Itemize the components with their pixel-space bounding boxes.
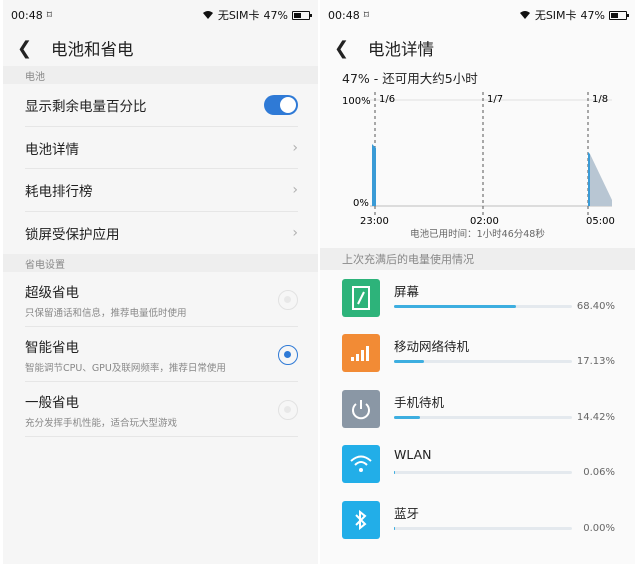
chevron-right-icon: › xyxy=(292,224,298,241)
usage-percent: 17.13% xyxy=(576,356,615,368)
power-mode-title: 一般省电 xyxy=(25,394,79,411)
power-icon xyxy=(342,389,380,428)
usage-item-name: 蓝牙 xyxy=(394,505,420,521)
battery-details-row[interactable]: 电池详情 › xyxy=(3,126,318,169)
show-battery-percent-toggle[interactable] xyxy=(264,95,298,116)
usage-bar xyxy=(394,360,572,364)
y-tick-0: 0% xyxy=(353,198,369,209)
sim-status: 无SIM卡 xyxy=(217,9,260,22)
battery-settings-screen: 00:48 ⌑ 无SIM卡 47% ❮ 电池和省电 电池 显示剩余电量百分比 电… xyxy=(3,0,318,564)
battery-used-time: 电池已用时间：1小时46分48秒 xyxy=(410,229,545,240)
show-battery-percent-row[interactable]: 显示剩余电量百分比 xyxy=(3,84,318,127)
usage-bar-fill xyxy=(394,526,395,530)
battery-percent: 47% xyxy=(263,8,288,22)
sim-status: 无SIM卡 xyxy=(534,9,577,22)
usage-bar-fill xyxy=(394,360,425,364)
usage-item-mobile-network[interactable]: 移动网络待机 17.13% xyxy=(320,326,635,382)
usage-item-screen[interactable]: 屏幕 68.40% xyxy=(320,270,635,326)
usage-bar-fill xyxy=(394,304,516,308)
power-mode-super-radio[interactable] xyxy=(278,289,298,310)
usage-percent: 0.00% xyxy=(583,522,615,534)
lockscreen-protected-apps-label: 锁屏受保护应用 xyxy=(25,226,120,243)
power-mode-normal[interactable]: 一般省电 充分发挥手机性能，适合玩大型游戏 xyxy=(3,382,318,437)
usage-item-name: 移动网络待机 xyxy=(394,339,470,355)
back-arrow-icon[interactable]: ❮ xyxy=(17,38,32,59)
chevron-right-icon: › xyxy=(292,139,298,156)
usage-item-phone-standby[interactable]: 手机待机 14.42% xyxy=(320,381,635,437)
battery-details-screen: 00:48 ⌑ 无SIM卡 47% ❮ 电池详情 47% - 还可用大约5小时 … xyxy=(320,0,635,564)
battery-area-segment-2 xyxy=(588,152,590,206)
title-bar: ❮ 电池和省电 xyxy=(3,30,318,66)
status-bar: 00:48 ⌑ 无SIM卡 47% xyxy=(320,0,635,30)
usage-percent: 0.06% xyxy=(583,467,615,479)
power-mode-title: 超级省电 xyxy=(25,284,79,301)
bluetooth-icon xyxy=(342,500,380,539)
section-header-battery: 电池 xyxy=(3,66,318,84)
usage-bar-fill xyxy=(394,471,396,475)
lockscreen-protected-apps-row[interactable]: 锁屏受保护应用 › xyxy=(3,211,318,254)
power-mode-title: 智能省电 xyxy=(25,339,79,356)
section-header-power-saving: 省电设置 xyxy=(3,254,318,272)
back-arrow-icon[interactable]: ❮ xyxy=(334,38,349,59)
usage-bar xyxy=(394,471,572,475)
screen-icon xyxy=(342,278,380,317)
battery-forecast-area xyxy=(590,154,612,206)
y-tick-100: 100% xyxy=(342,96,371,107)
battery-area-segment-1 xyxy=(372,144,376,206)
battery-icon xyxy=(292,10,312,20)
page-title: 电池和省电 xyxy=(51,40,134,59)
battery-history-chart: 100% 0% 1/6 1/7 1/8 23:00 02:00 05:00 电池… xyxy=(320,88,635,240)
power-mode-desc: 只保留通话和信息，推荐电量低时使用 xyxy=(25,307,187,319)
power-mode-super[interactable]: 超级省电 只保留通话和信息，推荐电量低时使用 xyxy=(3,272,318,327)
usage-percent: 68.40% xyxy=(576,300,615,312)
page-title: 电池详情 xyxy=(368,40,434,59)
notification-icon: ⌑ xyxy=(46,9,52,21)
notification-icon: ⌑ xyxy=(363,9,369,21)
status-time: 00:48 xyxy=(11,8,43,22)
show-battery-percent-label: 显示剩余电量百分比 xyxy=(25,99,147,116)
wifi-icon xyxy=(202,11,213,19)
power-mode-smart-radio[interactable] xyxy=(278,344,298,365)
usage-bar xyxy=(394,526,572,530)
battery-summary: 47% - 还可用大约5小时 xyxy=(342,71,478,86)
usage-bar xyxy=(394,415,572,419)
status-bar: 00:48 ⌑ 无SIM卡 47% xyxy=(3,0,318,30)
battery-details-label: 电池详情 xyxy=(25,141,79,158)
power-mode-desc: 智能调节CPU、GPU及联网频率，推荐日常使用 xyxy=(25,362,226,374)
usage-percent: 14.42% xyxy=(576,411,615,423)
usage-item-name: WLAN xyxy=(394,447,432,463)
power-ranking-label: 耗电排行榜 xyxy=(25,184,93,201)
wifi-icon xyxy=(342,445,380,484)
battery-chart-svg: 100% 0% 1/6 1/7 1/8 23:00 02:00 05:00 xyxy=(342,92,615,227)
title-bar: ❮ 电池详情 xyxy=(320,30,635,66)
date-marker-1-6: 1/6 xyxy=(379,94,395,105)
usage-bar-fill xyxy=(394,415,420,419)
usage-item-bluetooth[interactable]: 蓝牙 0.00% xyxy=(320,492,635,548)
usage-item-name: 手机待机 xyxy=(394,394,445,410)
usage-section-header: 上次充满后的电量使用情况 xyxy=(320,248,635,270)
battery-icon xyxy=(609,10,629,20)
date-marker-1-8: 1/8 xyxy=(592,94,608,105)
date-marker-1-7: 1/7 xyxy=(487,94,503,105)
power-ranking-row[interactable]: 耗电排行榜 › xyxy=(3,169,318,212)
power-mode-smart[interactable]: 智能省电 智能调节CPU、GPU及联网频率，推荐日常使用 xyxy=(3,327,318,382)
power-mode-normal-radio[interactable] xyxy=(278,399,298,420)
chevron-right-icon: › xyxy=(292,182,298,199)
usage-item-wlan[interactable]: WLAN 0.06% xyxy=(320,437,635,493)
signal-bars-icon xyxy=(342,334,380,373)
power-mode-desc: 充分发挥手机性能，适合玩大型游戏 xyxy=(25,417,178,429)
wifi-icon xyxy=(519,11,530,19)
status-time: 00:48 xyxy=(328,8,360,22)
usage-item-name: 屏幕 xyxy=(394,283,420,299)
usage-bar xyxy=(394,304,572,308)
battery-percent: 47% xyxy=(580,8,605,22)
